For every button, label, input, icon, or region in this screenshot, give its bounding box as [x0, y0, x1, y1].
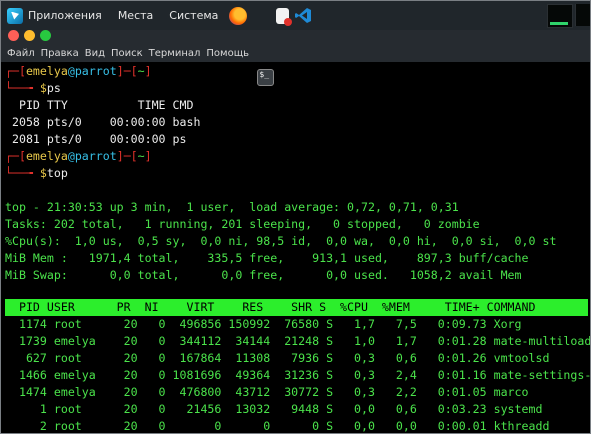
parrot-logo-icon[interactable]	[7, 7, 23, 24]
process-row: 627 root 20 0 167864 11308 7936 S 0,3 0,…	[5, 351, 550, 365]
close-button[interactable]	[8, 30, 19, 41]
network-monitor-graph[interactable]	[575, 4, 590, 26]
command-line: └──╼ $top	[5, 166, 68, 180]
screen: Приложения Места Система Файл Правка Вид…	[0, 0, 591, 434]
ps-row: 2081 pts/0 00:00:00 ps	[5, 132, 187, 146]
text-editor-icon[interactable]	[276, 7, 293, 26]
menu-help[interactable]: Помощь	[206, 48, 249, 59]
top-swap-line: MiB Swap: 0,0 total, 0,0 free, 0,0 used.…	[5, 268, 522, 282]
top-mem-line: MiB Mem : 1971,4 total, 335,5 free, 913,…	[5, 251, 529, 265]
system-monitor-graph[interactable]	[547, 4, 573, 28]
window-titlebar	[1, 30, 590, 44]
maximize-button[interactable]	[40, 30, 51, 41]
prompt-line: ┌─[emelya@parrot]─[~]	[5, 64, 152, 78]
ps-header: PID TTY TIME CMD	[5, 98, 194, 112]
menu-terminal[interactable]: Терминал	[149, 48, 201, 59]
command-line: └──╼ $ps	[5, 81, 61, 95]
prompt-line: ┌─[emelya@parrot]─[~]	[5, 149, 152, 163]
process-row: 1 root 20 0 21456 13032 9448 S 0,0 0,6 0…	[5, 402, 543, 416]
process-row: 2 root 20 0 0 0 0 S 0,0 0,0 0:00.01 kthr…	[5, 419, 550, 433]
menu-file[interactable]: Файл	[7, 48, 35, 59]
process-row: 1466 emelya 20 0 1081696 49364 31236 S 0…	[5, 368, 591, 382]
menu-places[interactable]: Места	[118, 9, 153, 22]
menu-search[interactable]: Поиск	[111, 48, 143, 59]
terminal-menubar: Файл Правка Вид Поиск Терминал Помощь	[1, 44, 590, 62]
ps-row: 2058 pts/0 00:00:00 bash	[5, 115, 201, 129]
minimize-button[interactable]	[24, 30, 35, 41]
process-table-header: PID USER PR NI VIRT RES SHR S %CPU %MEM …	[5, 299, 588, 316]
menu-applications[interactable]: Приложения	[28, 9, 102, 22]
system-panel: Приложения Места Система	[1, 1, 590, 86]
process-row: 1739 emelya 20 0 344112 34144 21248 S 1,…	[5, 334, 591, 348]
process-row: 1474 emelya 20 0 476800 43712 30772 S 0,…	[5, 385, 529, 399]
vscode-icon[interactable]	[295, 7, 312, 24]
menu-edit[interactable]: Правка	[41, 48, 79, 59]
menu-view[interactable]: Вид	[85, 48, 105, 59]
terminal-output[interactable]: ┌─[emelya@parrot]─[~] └──╼ $ps PID TTY T…	[5, 63, 590, 433]
menu-system[interactable]: Система	[169, 9, 218, 22]
firefox-icon[interactable]	[229, 6, 248, 25]
top-tasks-line: Tasks: 202 total, 1 running, 201 sleepin…	[5, 217, 480, 231]
top-uptime-line: top - 21:30:53 up 3 min, 1 user, load av…	[5, 200, 459, 214]
top-cpu-line: %Cpu(s): 1,0 us, 0,5 sy, 0,0 ni, 98,5 id…	[5, 234, 557, 248]
process-row: 1174 root 20 0 496856 150992 76580 S 1,7…	[5, 317, 522, 331]
